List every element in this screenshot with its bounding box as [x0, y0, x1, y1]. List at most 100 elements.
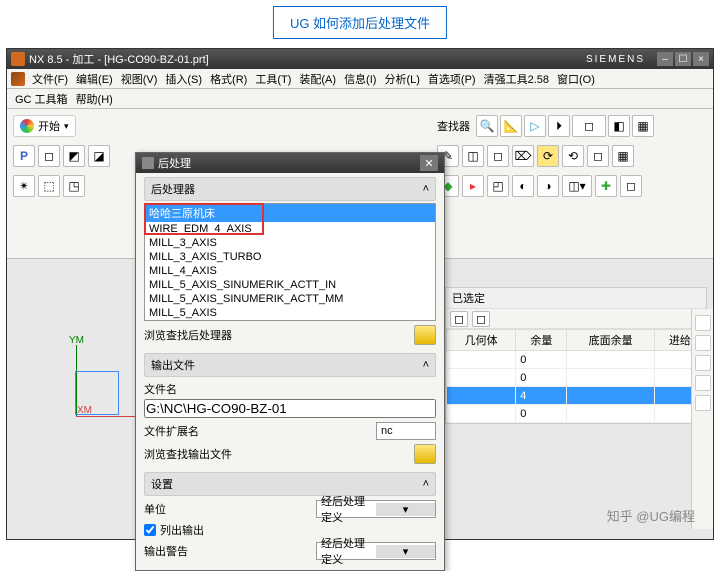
tb-icon[interactable]: ◐	[512, 175, 534, 197]
minimize-button[interactable]: –	[657, 52, 673, 66]
sidebar-tool-icon[interactable]	[695, 355, 711, 371]
right-sidebar	[691, 309, 713, 529]
dialog-close-button[interactable]: ✕	[420, 155, 438, 171]
menu-view[interactable]: 视图(V)	[118, 71, 161, 87]
warn-label: 输出警告	[144, 543, 216, 559]
tb-icon[interactable]: ⟲	[562, 145, 584, 167]
table-row[interactable]: 0	[447, 351, 706, 369]
menu-file[interactable]: 文件(F)	[29, 71, 71, 87]
list-item[interactable]: MILL_3_AXIS_TURBO	[145, 250, 435, 264]
sidebar-tool-icon[interactable]	[695, 315, 711, 331]
table-row[interactable]: 0	[447, 405, 706, 423]
col-margin[interactable]: 余量	[516, 330, 567, 351]
list-item[interactable]: MILL_5_AXIS_SINUMERIK_ACTT_IN	[145, 278, 435, 292]
tb-icon[interactable]: ◻	[587, 145, 609, 167]
tb-icon[interactable]: ◳	[63, 175, 85, 197]
list-output-label: 列出输出	[160, 522, 204, 538]
tb-icon[interactable]: ◻	[572, 115, 606, 137]
tb-icon[interactable]: ◻	[620, 175, 642, 197]
start-label: 开始	[38, 118, 60, 134]
filename-label: 文件名	[144, 381, 436, 397]
tb-icon[interactable]: ⟳	[537, 145, 559, 167]
menu-qingqiang[interactable]: 清强工具2.58	[481, 71, 552, 87]
start-button[interactable]: 开始 ▾	[13, 115, 76, 137]
browse-processor-button[interactable]	[414, 325, 436, 345]
dialog-titlebar[interactable]: 后处理 ✕	[136, 153, 444, 173]
tb-icon[interactable]: ◫	[462, 145, 484, 167]
menu-info[interactable]: 信息(I)	[341, 71, 379, 87]
list-item[interactable]: 哈哈三原机床	[145, 204, 435, 222]
chevron-up-icon: ˄	[423, 359, 429, 371]
tb-icon[interactable]: ▷	[524, 115, 546, 137]
tb-icon[interactable]: ◩	[63, 145, 85, 167]
tb-icon[interactable]: ▦	[632, 115, 654, 137]
table-row[interactable]: 0	[447, 369, 706, 387]
chevron-up-icon: ˄	[423, 478, 429, 490]
tb-icon[interactable]: ◧	[608, 115, 630, 137]
section-output-header[interactable]: 输出文件 ˄	[144, 353, 436, 377]
warn-combo[interactable]: 经后处理定义 ▾	[316, 542, 436, 560]
sidebar-tool-icon[interactable]	[695, 335, 711, 351]
start-orb-icon	[20, 119, 34, 133]
tb-p-icon[interactable]: P	[13, 145, 35, 167]
menubar-row2: GC 工具箱 帮助(H)	[7, 89, 713, 109]
list-item[interactable]: MILL_4_AXIS	[145, 264, 435, 278]
tb-icon[interactable]: ▸	[462, 175, 484, 197]
tb-icon[interactable]: ◪	[88, 145, 110, 167]
section-output-label: 输出文件	[151, 357, 195, 373]
xm-label: XM	[77, 405, 92, 416]
list-item[interactable]: MILL_3_AXIS	[145, 236, 435, 250]
maximize-button[interactable]: ☐	[675, 52, 691, 66]
unit-combo[interactable]: 经后处理定义 ▾	[316, 500, 436, 518]
menu-help[interactable]: 帮助(H)	[76, 91, 113, 107]
menu-assembly[interactable]: 装配(A)	[296, 71, 339, 87]
tb-icon[interactable]: ✚	[595, 175, 617, 197]
menu-gc-toolbox[interactable]: GC 工具箱	[15, 91, 68, 107]
list-item[interactable]: MILL_5_AXIS	[145, 306, 435, 320]
menu-tools[interactable]: 工具(T)	[252, 71, 294, 87]
menu-format[interactable]: 格式(R)	[207, 71, 250, 87]
table-row[interactable]: 4	[447, 387, 706, 405]
tb-icon[interactable]: ⬚	[38, 175, 60, 197]
app-icon	[11, 52, 25, 66]
browse-output-button[interactable]	[414, 444, 436, 464]
ext-input[interactable]	[376, 422, 436, 440]
tb-icon[interactable]: ◰	[487, 175, 509, 197]
sidebar-tool-icon[interactable]	[695, 395, 711, 411]
tb-icon[interactable]: ⌦	[512, 145, 534, 167]
browse-processor-label: 浏览查找后处理器	[144, 327, 232, 343]
caption-text: UG 如何添加后处理文件	[290, 16, 430, 31]
panel-tool-icon[interactable]: ◻	[450, 311, 468, 327]
col-geometry[interactable]: 几何体	[447, 330, 516, 351]
menu-preferences[interactable]: 首选项(P)	[425, 71, 479, 87]
close-button[interactable]: ×	[693, 52, 709, 66]
section-settings-header[interactable]: 设置 ˄	[144, 472, 436, 496]
tb-icon[interactable]: ◻	[487, 145, 509, 167]
tb-icon[interactable]: ✴	[13, 175, 35, 197]
tb-icon[interactable]: ▦	[612, 145, 634, 167]
menu-window[interactable]: 窗口(O)	[554, 71, 598, 87]
sidebar-tool-icon[interactable]	[695, 375, 711, 391]
col-bottom-margin[interactable]: 底面余量	[567, 330, 654, 351]
list-output-checkbox[interactable]	[144, 524, 156, 536]
menu-edit[interactable]: 编辑(E)	[73, 71, 116, 87]
list-item[interactable]: WIRE_EDM_4_AXIS	[145, 222, 435, 236]
tb-icon[interactable]: ◻	[38, 145, 60, 167]
menu-analysis[interactable]: 分析(L)	[381, 71, 422, 87]
postprocess-dialog: 后处理 ✕ 后处理器 ˄ 哈哈三原机床 WIRE_EDM_4_AXIS MILL…	[135, 152, 445, 571]
menu-insert[interactable]: 插入(S)	[162, 71, 205, 87]
browse-output-label: 浏览查找输出文件	[144, 446, 232, 462]
selection-table: 几何体 余量 底面余量 进给 0 0 4 0	[446, 329, 706, 423]
tb-icon[interactable]: 🔍	[476, 115, 498, 137]
tb-icon[interactable]: ⏵	[548, 115, 570, 137]
bg-finder-label: 查找器	[437, 118, 470, 134]
tb-icon[interactable]: ◑	[537, 175, 559, 197]
tb-icon[interactable]: ◫▾	[562, 175, 592, 197]
processor-listbox[interactable]: 哈哈三原机床 WIRE_EDM_4_AXIS MILL_3_AXIS MILL_…	[144, 203, 436, 321]
coordinate-system: YM XM	[61, 345, 133, 418]
tb-icon[interactable]: 📐	[500, 115, 522, 137]
section-processor-header[interactable]: 后处理器 ˄	[144, 177, 436, 201]
list-item[interactable]: MILL_5_AXIS_SINUMERIK_ACTT_MM	[145, 292, 435, 306]
panel-tool-icon[interactable]: ◻	[472, 311, 490, 327]
filename-input[interactable]	[144, 399, 436, 418]
